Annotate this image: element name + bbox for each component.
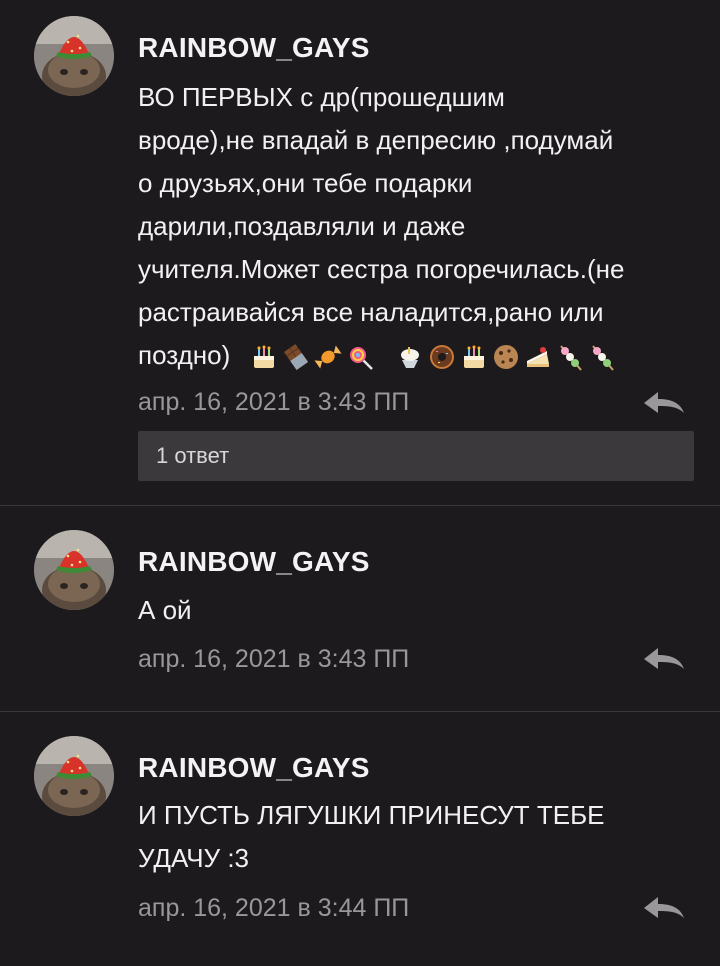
lollipop-emoji-icon bbox=[350, 347, 374, 371]
comment-timestamp: апр. 16, 2021 в 3:43 ПП bbox=[138, 645, 410, 673]
comment-line: растраивайся все наладится,рано или bbox=[138, 297, 604, 327]
reply-button[interactable] bbox=[642, 645, 686, 673]
emoji-row bbox=[249, 342, 617, 372]
comment-line-with-emojis: поздно) bbox=[138, 334, 698, 377]
cake-emoji-icon bbox=[254, 345, 275, 369]
shaved-ice-emoji-icon bbox=[401, 347, 420, 369]
comment-text: А ой bbox=[138, 589, 698, 632]
comment: RAINBOW_GAYS А ой апр. 16, 2021 в 3:43 П… bbox=[0, 506, 720, 710]
comment-line: учителя.Может сестра погоречилась.(не bbox=[138, 254, 625, 284]
dango-emoji-icon bbox=[560, 345, 583, 371]
comment: RAINBOW_GAYS И ПУСТЬ ЛЯГУШКИ ПРИНЕСУТ ТЕ… bbox=[0, 712, 720, 966]
comment-timestamp: апр. 16, 2021 в 3:43 ПП bbox=[138, 388, 410, 416]
reply-button[interactable] bbox=[642, 389, 686, 417]
cake-emoji-icon bbox=[464, 345, 485, 369]
reply-button[interactable] bbox=[642, 894, 686, 922]
frog-avatar-icon bbox=[34, 530, 114, 610]
comment-author[interactable]: RAINBOW_GAYS bbox=[138, 546, 370, 578]
comment-line: о друзьях,они тебе подарки bbox=[138, 168, 473, 198]
candy-emoji-icon bbox=[314, 345, 343, 369]
chocolate-bar-emoji-icon bbox=[284, 344, 309, 371]
comment-line: И ПУСТЬ ЛЯГУШКИ ПРИНЕСУТ ТЕБЕ bbox=[138, 800, 605, 830]
cookie-emoji-icon bbox=[494, 345, 519, 370]
comment: RAINBOW_GAYS ВО ПЕРВЫХ с др(прошедшим вр… bbox=[0, 0, 720, 505]
frog-avatar-icon bbox=[34, 16, 114, 96]
dango-emoji-icon bbox=[592, 345, 615, 371]
comment-author[interactable]: RAINBOW_GAYS bbox=[138, 32, 370, 64]
comment-feed: RAINBOW_GAYS ВО ПЕРВЫХ с др(прошедшим вр… bbox=[0, 0, 720, 966]
avatar[interactable] bbox=[34, 530, 114, 610]
comment-line: вроде),не впадай в депресию ,подумай bbox=[138, 125, 614, 155]
frog-avatar-icon bbox=[34, 736, 114, 816]
view-replies-button[interactable]: 1 ответ bbox=[138, 431, 694, 481]
reply-arrow-icon bbox=[644, 392, 684, 413]
shortcake-emoji-icon bbox=[527, 347, 550, 368]
comment-timestamp: апр. 16, 2021 в 3:44 ПП bbox=[138, 894, 410, 922]
comment-text: И ПУСТЬ ЛЯГУШКИ ПРИНЕСУТ ТЕБЕ УДАЧУ :3 bbox=[138, 794, 698, 880]
comment-author[interactable]: RAINBOW_GAYS bbox=[138, 752, 370, 784]
comment-line: УДАЧУ :3 bbox=[138, 843, 250, 873]
avatar[interactable] bbox=[34, 736, 114, 816]
comment-line: А ой bbox=[138, 595, 192, 625]
doughnut-emoji-icon bbox=[430, 345, 455, 370]
comment-line: поздно) bbox=[138, 340, 231, 370]
avatar[interactable] bbox=[34, 16, 114, 96]
reply-arrow-icon bbox=[644, 897, 684, 918]
comment-line: ВО ПЕРВЫХ с др(прошедшим bbox=[138, 82, 505, 112]
comment-text: ВО ПЕРВЫХ с др(прошедшим вроде),не впада… bbox=[138, 76, 698, 377]
reply-arrow-icon bbox=[644, 648, 684, 669]
comment-line: дарили,поздавляли и даже bbox=[138, 211, 466, 241]
